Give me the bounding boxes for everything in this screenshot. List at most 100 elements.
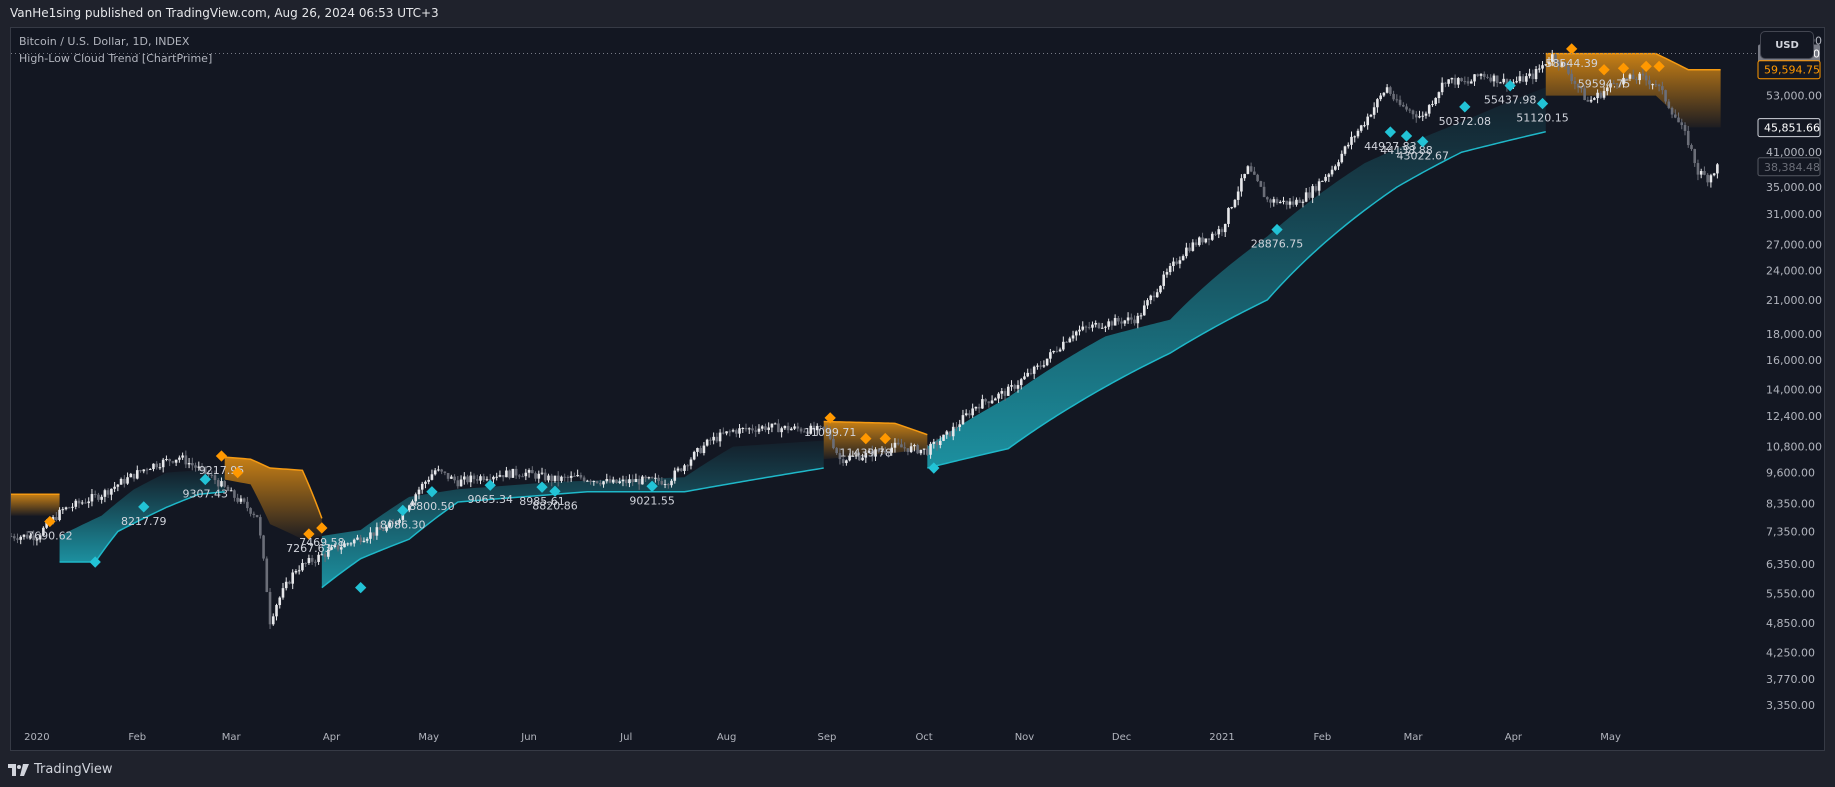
- candle-body: [1631, 74, 1635, 80]
- price-tick-label: 9,600.00: [1766, 467, 1815, 480]
- candle-body: [896, 442, 900, 445]
- candle-body: [1521, 76, 1525, 82]
- candle-body: [569, 475, 573, 478]
- candle-body: [1058, 349, 1062, 352]
- candle-body: [1120, 321, 1123, 324]
- candle-body: [521, 476, 524, 478]
- candle-body: [1444, 82, 1447, 84]
- candle-body: [751, 428, 754, 431]
- candle-body: [832, 438, 835, 449]
- candle-body: [1172, 261, 1175, 267]
- candle-body: [314, 561, 317, 563]
- candle-body: [466, 476, 469, 483]
- candle-body: [634, 478, 638, 483]
- candle-body: [77, 500, 81, 504]
- candle-body: [705, 439, 709, 446]
- candle-body: [84, 502, 87, 504]
- candle-body: [80, 502, 84, 504]
- bull-signal-marker: [355, 581, 367, 594]
- candle-body: [624, 479, 628, 484]
- candle-body: [1463, 81, 1467, 83]
- candle-body: [187, 462, 191, 465]
- time-axis: 2020 Feb Mar Apr May Jun Jul Aug Sep Oct Nov Dec 202…: [24, 732, 1621, 743]
- candle-body: [845, 460, 848, 464]
- candle-body: [718, 432, 722, 442]
- candle-body: [1414, 114, 1418, 118]
- candle-body: [783, 425, 787, 429]
- candle-body: [1065, 341, 1068, 343]
- candle-body: [1178, 260, 1182, 264]
- candle-body: [1133, 319, 1136, 324]
- signal-label: 59594.75: [1578, 78, 1631, 91]
- candle-body: [74, 500, 78, 507]
- candle-body: [126, 477, 129, 484]
- candle-body: [1036, 365, 1039, 367]
- candle-body: [1427, 105, 1431, 114]
- candle-body: [686, 465, 690, 467]
- candle-body: [1104, 326, 1107, 328]
- tradingview-logo[interactable]: TradingView: [8, 762, 113, 777]
- candle-body: [1223, 223, 1227, 233]
- candle-body: [1340, 153, 1344, 163]
- candle-body: [514, 468, 518, 476]
- candle-body: [424, 481, 427, 484]
- bear-signal-marker: [1566, 43, 1578, 55]
- candle-body: [689, 459, 693, 466]
- candle-body: [1026, 372, 1030, 377]
- symbol-title[interactable]: Bitcoin / U.S. Dollar, 1D, INDEX: [19, 33, 212, 50]
- candle-body: [1236, 191, 1240, 200]
- candle-body: [1372, 107, 1376, 115]
- candle-body: [349, 543, 353, 545]
- candle-body: [90, 494, 94, 502]
- price-chart[interactable]: 7690.628217.799307.439217.957267.637469.…: [11, 28, 1824, 750]
- candle-body: [1366, 116, 1369, 126]
- candle-body: [168, 458, 171, 462]
- candle-body: [1324, 176, 1327, 181]
- price-label-faded: 38,384.48: [1764, 161, 1820, 174]
- candle-body: [709, 439, 712, 441]
- candle-body: [796, 426, 800, 429]
- candle-body: [1648, 80, 1651, 85]
- candle-body: [307, 558, 311, 564]
- candle-body: [994, 398, 997, 401]
- candle-body: [1473, 74, 1476, 82]
- candle-body: [1019, 379, 1023, 386]
- candle-body: [469, 475, 473, 483]
- candle-body: [155, 463, 159, 468]
- candle-body: [508, 470, 511, 478]
- candle-body: [1537, 68, 1541, 70]
- candle-body: [1217, 229, 1221, 235]
- candle-body: [1499, 82, 1502, 84]
- candle-body: [1680, 122, 1684, 126]
- candle-body: [644, 476, 647, 479]
- candle-body: [220, 481, 223, 487]
- candle-body: [310, 558, 314, 562]
- indicator-title[interactable]: High-Low Cloud Trend [ChartPrime]: [19, 50, 212, 67]
- candle-body: [1220, 229, 1224, 233]
- candle-body: [365, 538, 369, 541]
- candle-body: [1272, 199, 1276, 203]
- candle-body: [440, 469, 443, 472]
- candle-body: [278, 597, 282, 606]
- candle-body: [259, 517, 262, 536]
- signal-label: 58544.39: [1545, 57, 1598, 70]
- candle-body: [1457, 78, 1460, 85]
- candle-body: [165, 458, 168, 460]
- candle-body: [142, 469, 146, 472]
- candle-body: [958, 424, 962, 427]
- candle-body: [731, 430, 735, 432]
- candle-body: [1100, 327, 1104, 329]
- candle-body: [1113, 318, 1117, 326]
- currency-button[interactable]: USD: [1760, 31, 1814, 59]
- chart-panel[interactable]: Bitcoin / U.S. Dollar, 1D, INDEX High-Lo…: [10, 27, 1825, 751]
- candle-body: [1382, 92, 1386, 96]
- candle-body: [148, 469, 152, 471]
- candle-body: [1146, 300, 1149, 306]
- candle-body: [1188, 247, 1191, 251]
- candle-body: [770, 423, 774, 428]
- candle-body: [242, 498, 246, 502]
- signal-label: 11439.78: [840, 447, 893, 460]
- candle-body: [1071, 335, 1075, 339]
- candle-body: [275, 605, 278, 617]
- candle-body: [1233, 199, 1237, 208]
